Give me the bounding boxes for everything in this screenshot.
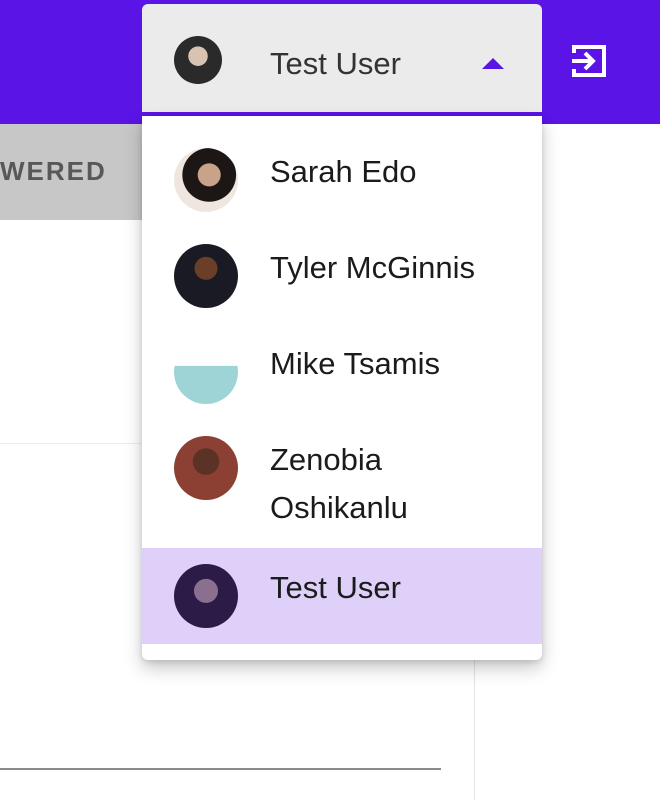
- menu-item-zenobia-oshikanlu[interactable]: Zenobia Oshikanlu: [142, 420, 542, 548]
- menu-item-label: Mike Tsamis: [270, 346, 440, 381]
- avatar: [174, 148, 238, 212]
- user-menu: Sarah Edo Tyler McGinnis Mike Tsamis Zen…: [142, 116, 542, 660]
- avatar: [174, 36, 222, 84]
- menu-item-label: Sarah Edo: [270, 154, 417, 189]
- avatar: [174, 340, 238, 404]
- logout-button[interactable]: [566, 38, 612, 84]
- menu-item-sarah-edo[interactable]: Sarah Edo: [142, 132, 542, 228]
- avatar: [174, 564, 238, 628]
- menu-item-label: Test User: [270, 570, 401, 605]
- menu-item-mike-tsamis[interactable]: Mike Tsamis: [142, 324, 542, 420]
- avatar: [174, 244, 238, 308]
- input-underline: [0, 768, 441, 770]
- avatar: [174, 436, 238, 500]
- menu-item-tyler-mcginnis[interactable]: Tyler McGinnis: [142, 228, 542, 324]
- tab-label[interactable]: WERED: [0, 156, 140, 187]
- logout-icon: [572, 45, 606, 77]
- user-select[interactable]: Test User: [142, 4, 542, 116]
- menu-item-label: Tyler McGinnis: [270, 250, 475, 285]
- menu-item-label: Zenobia Oshikanlu: [270, 442, 408, 525]
- caret-up-icon[interactable]: [482, 58, 504, 69]
- menu-item-test-user[interactable]: Test User: [142, 548, 542, 644]
- select-value: Test User: [270, 46, 401, 81]
